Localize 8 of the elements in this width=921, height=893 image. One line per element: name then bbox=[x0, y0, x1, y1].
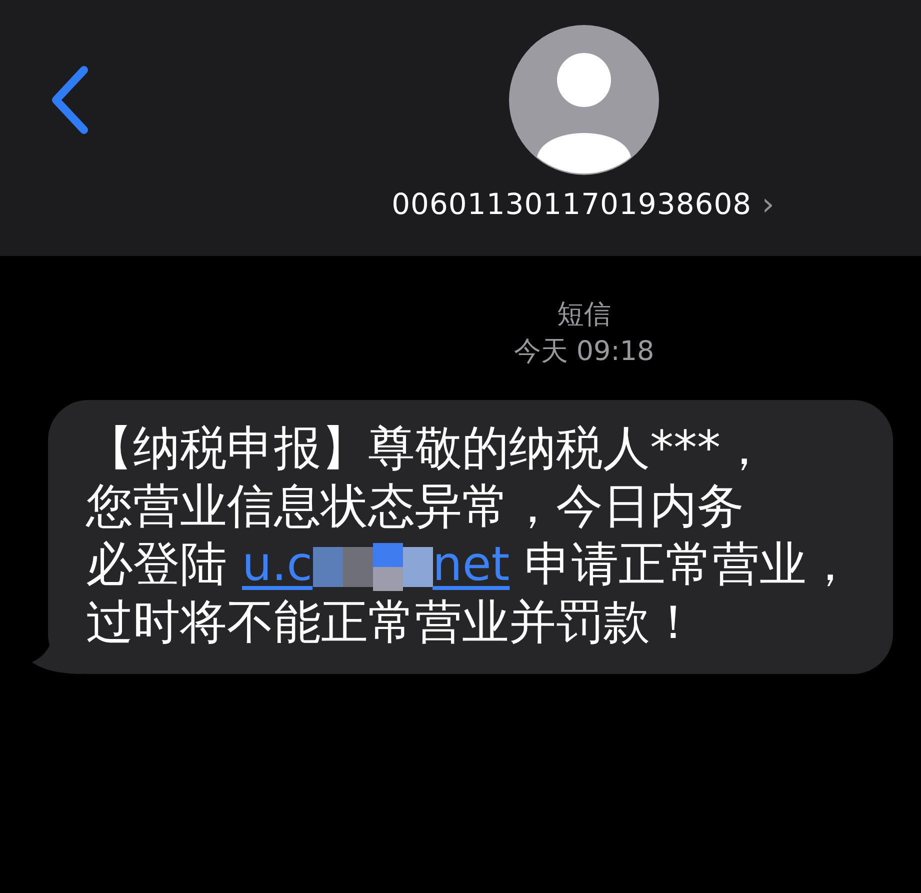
message-link[interactable]: u.c net bbox=[242, 537, 510, 592]
contact-number[interactable]: 0060113011701938608 bbox=[392, 187, 752, 221]
timestamp: 今天 09:18 bbox=[514, 335, 654, 369]
avatar-icon[interactable] bbox=[508, 25, 658, 175]
disclosure-chevron[interactable]: › bbox=[762, 185, 774, 223]
message-text: 【纳税申报】尊敬的纳税人***， 您营业信息状态异常，今日内务 必登陆 u.c net 申请正常营业， 过时将不能正常营业并罚款！ bbox=[86, 421, 854, 650]
redaction-icon bbox=[312, 543, 433, 592]
service-label: 短信 bbox=[557, 298, 611, 332]
